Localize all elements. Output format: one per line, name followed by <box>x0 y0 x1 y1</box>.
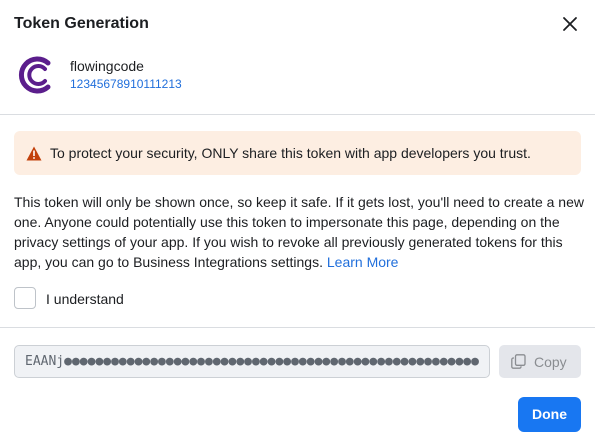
dialog-title: Token Generation <box>14 15 149 32</box>
i-understand-label[interactable]: I understand <box>46 291 124 307</box>
divider <box>0 114 595 115</box>
token-field[interactable]: EAANj●●●●●●●●●●●●●●●●●●●●●●●●●●●●●●●●●●●… <box>14 345 490 378</box>
close-button[interactable] <box>560 14 580 34</box>
page-id-link[interactable]: 12345678910111213 <box>70 77 182 91</box>
page-info: flowingcode 12345678910111213 <box>18 55 318 95</box>
copy-button[interactable]: Copy <box>499 345 581 378</box>
warning-text: To protect your security, ONLY share thi… <box>50 145 531 161</box>
close-icon <box>563 17 577 31</box>
learn-more-link[interactable]: Learn More <box>327 254 399 270</box>
warning-icon <box>26 146 42 161</box>
copy-label: Copy <box>534 354 567 370</box>
token-generation-dialog: Token Generation flowingcode 12345678910… <box>0 0 595 444</box>
i-understand-checkbox[interactable] <box>14 287 36 309</box>
divider <box>0 327 595 328</box>
info-text: This token will only be shown once, so k… <box>14 194 584 270</box>
copy-icon <box>511 354 526 369</box>
done-button[interactable]: Done <box>518 397 581 432</box>
warning-banner: To protect your security, ONLY share thi… <box>14 131 581 175</box>
page-name: flowingcode <box>70 58 144 74</box>
flowingcode-logo-icon <box>18 56 51 94</box>
info-paragraph: This token will only be shown once, so k… <box>14 192 584 272</box>
